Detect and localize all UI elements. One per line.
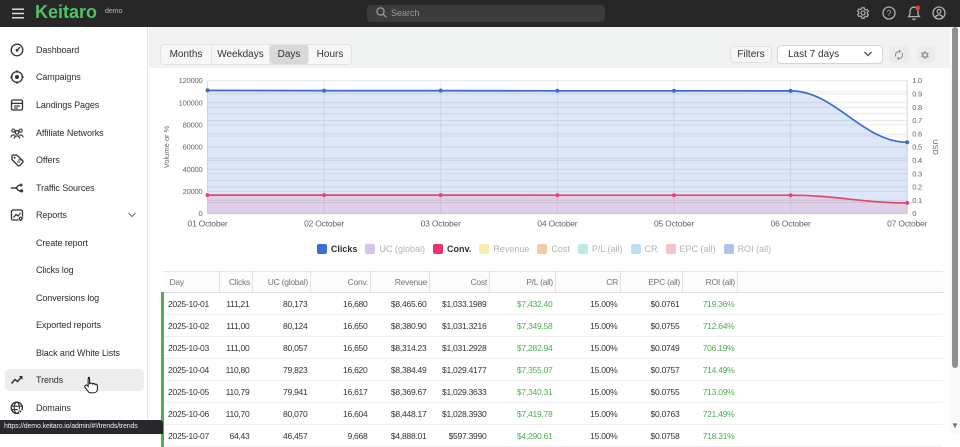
svg-text:03 October: 03 October (421, 219, 461, 229)
svg-text:01 October: 01 October (187, 219, 227, 229)
svg-text:0.1: 0.1 (912, 196, 922, 205)
svg-text:0.6: 0.6 (912, 129, 922, 138)
svg-text:0.8: 0.8 (912, 103, 922, 112)
svg-text:80000: 80000 (183, 121, 203, 130)
svg-text:07 October: 07 October (887, 219, 927, 229)
svg-text:05 October: 05 October (654, 219, 694, 229)
svg-text:1.0: 1.0 (912, 76, 922, 85)
svg-text:0.3: 0.3 (912, 169, 922, 178)
svg-text:40000: 40000 (183, 165, 203, 174)
svg-text:06 October: 06 October (771, 219, 811, 229)
svg-text:USD: USD (931, 139, 940, 155)
svg-text:60000: 60000 (183, 143, 203, 152)
svg-text:0.7: 0.7 (912, 116, 922, 125)
svg-text:?: ? (887, 8, 892, 18)
svg-text:04 October: 04 October (537, 219, 577, 229)
svg-text:02 October: 02 October (304, 219, 344, 229)
svg-text:0.9: 0.9 (912, 90, 922, 99)
svg-text:0: 0 (912, 209, 916, 218)
svg-text:0: 0 (199, 209, 203, 218)
svg-text:0.4: 0.4 (912, 156, 922, 165)
svg-text:120000: 120000 (179, 76, 203, 85)
svg-text:Volume or %: Volume or % (162, 125, 171, 168)
svg-text:0.5: 0.5 (912, 143, 922, 152)
svg-text:0.2: 0.2 (912, 183, 922, 192)
svg-text:20000: 20000 (183, 187, 203, 196)
svg-text:100000: 100000 (179, 98, 203, 107)
